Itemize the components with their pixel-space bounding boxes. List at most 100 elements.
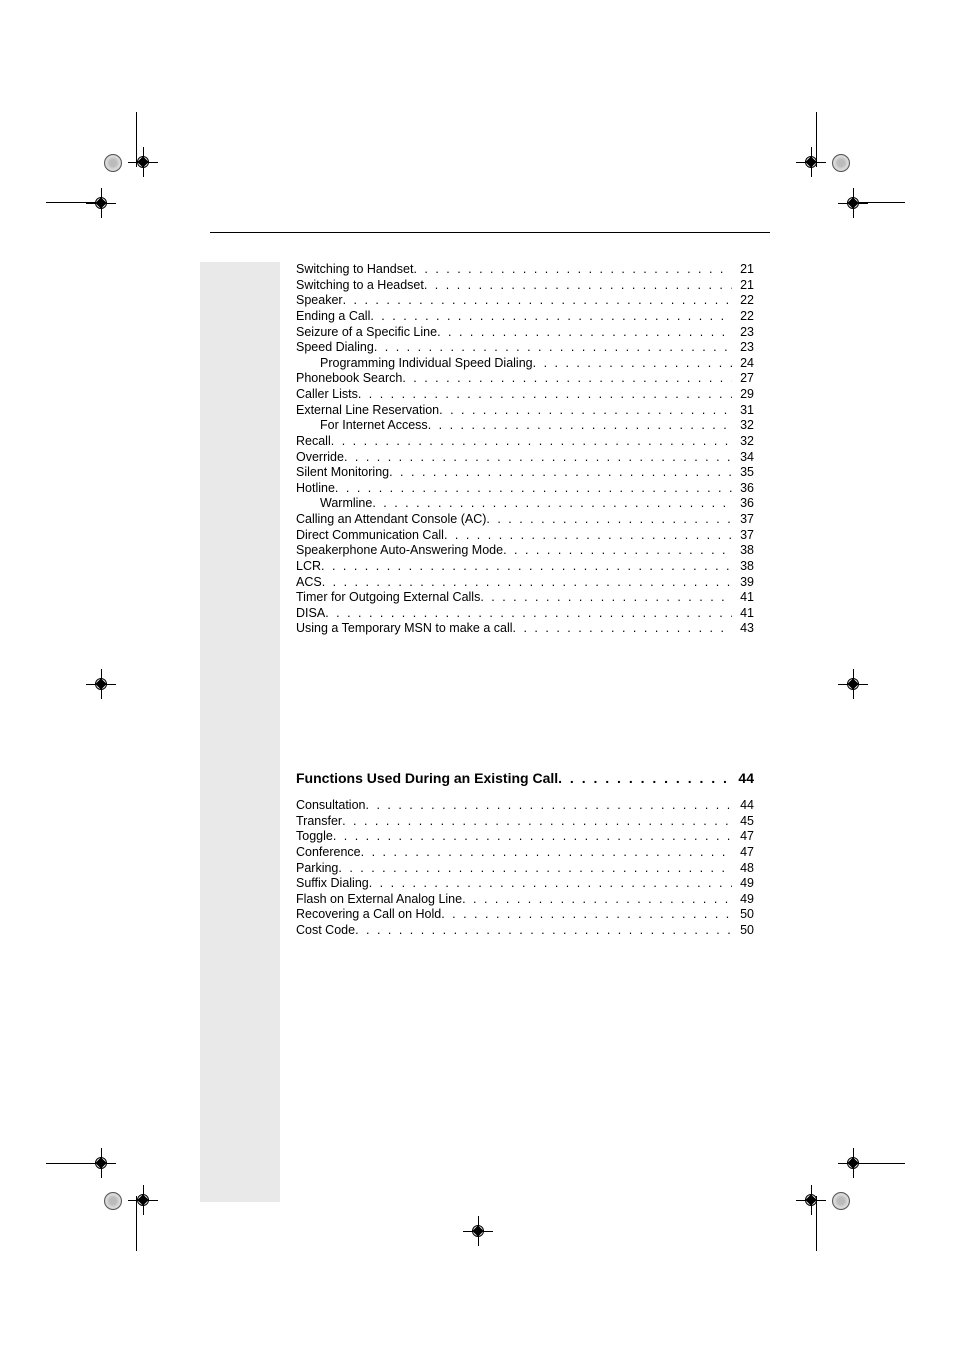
sidebar-margin — [200, 262, 280, 1202]
toc-row: Parking 48 — [296, 861, 754, 877]
toc-label: Switching to Handset — [296, 262, 413, 278]
toc-dots — [389, 465, 732, 481]
toc-row: DISA 41 — [296, 606, 754, 622]
toc-dots — [428, 418, 732, 434]
toc-page-number: 39 — [732, 575, 754, 591]
toc-row: Override 34 — [296, 450, 754, 466]
toc-dots — [374, 340, 732, 356]
toc-label: Transfer — [296, 814, 342, 830]
crop-line-v — [816, 1196, 817, 1251]
toc-row: Warmline 36 — [296, 496, 754, 512]
toc-page-number: 32 — [732, 418, 754, 434]
toc-dots — [342, 814, 732, 830]
toc-row: Calling an Attendant Console (AC) 37 — [296, 512, 754, 528]
toc-row: Recovering a Call on Hold 50 — [296, 907, 754, 923]
toc-heading-label: Functions Used During an Existing Call — [296, 770, 558, 788]
toc-row: Timer for Outgoing External Calls 41 — [296, 590, 754, 606]
toc-page-number: 49 — [732, 892, 754, 908]
toc-row: Recall 32 — [296, 434, 754, 450]
toc-dots — [413, 262, 732, 278]
toc-page-number: 43 — [732, 621, 754, 637]
toc-page-number: 37 — [732, 512, 754, 528]
toc-dots — [424, 278, 732, 294]
toc-label: Caller Lists — [296, 387, 358, 403]
toc-page-number: 38 — [732, 559, 754, 575]
toc-row: Speed Dialing 23 — [296, 340, 754, 356]
toc-page-number: 29 — [732, 387, 754, 403]
toc-dots — [321, 559, 732, 575]
toc-page-number: 50 — [732, 923, 754, 939]
toc-row: Suffix Dialing 49 — [296, 876, 754, 892]
toc-label: DISA — [296, 606, 325, 622]
toc-row: External Line Reservation 31 — [296, 403, 754, 419]
toc-row: Cost Code 50 — [296, 923, 754, 939]
toc-page-number: 47 — [732, 845, 754, 861]
toc-page-number: 41 — [732, 590, 754, 606]
toc-dots — [533, 356, 732, 372]
toc-label: Calling an Attendant Console (AC) — [296, 512, 486, 528]
toc-page-number: 45 — [732, 814, 754, 830]
toc-page-number: 22 — [732, 293, 754, 309]
crop-line-v — [136, 1196, 137, 1251]
toc-page-number: 37 — [732, 528, 754, 544]
toc-dots — [361, 845, 732, 861]
toc-page-number: 50 — [732, 907, 754, 923]
toc-page-number: 44 — [732, 770, 754, 788]
toc-page-number: 36 — [732, 481, 754, 497]
toc-page-number: 38 — [732, 543, 754, 559]
toc-dots — [513, 621, 732, 637]
toc-label: Direct Communication Call — [296, 528, 444, 544]
toc-label: Conference — [296, 845, 361, 861]
toc-label: Recovering a Call on Hold — [296, 907, 441, 923]
toc-page-number: 35 — [732, 465, 754, 481]
toc-label: Speed Dialing — [296, 340, 374, 356]
toc-row: Consultation 44 — [296, 798, 754, 814]
toc-page-number: 48 — [732, 861, 754, 877]
toc-label: ACS — [296, 575, 322, 591]
toc-section-2-title: Functions Used During an Existing Call 4… — [296, 770, 754, 788]
toc-label: Silent Monitoring — [296, 465, 389, 481]
toc-dots — [370, 309, 732, 325]
toc-label: Phonebook Search — [296, 371, 402, 387]
toc-row: Toggle 47 — [296, 829, 754, 845]
toc-row: Speaker 22 — [296, 293, 754, 309]
registration-ring — [104, 1192, 122, 1210]
toc-row: Conference 47 — [296, 845, 754, 861]
toc-row: Speakerphone Auto-Answering Mode 38 — [296, 543, 754, 559]
toc-dots — [344, 450, 732, 466]
toc-row: Phonebook Search 27 — [296, 371, 754, 387]
toc-section-1: Switching to Handset 21Switching to a He… — [296, 262, 754, 637]
toc-row: LCR 38 — [296, 559, 754, 575]
toc-page-number: 44 — [732, 798, 754, 814]
toc-page-number: 31 — [732, 403, 754, 419]
toc-label: Speaker — [296, 293, 343, 309]
toc-label: Speakerphone Auto-Answering Mode — [296, 543, 503, 559]
toc-label: Cost Code — [296, 923, 355, 939]
toc-dots — [343, 293, 732, 309]
toc-dots — [333, 829, 732, 845]
toc-page-number: 24 — [732, 356, 754, 372]
toc-row: Flash on External Analog Line 49 — [296, 892, 754, 908]
registration-ring — [832, 1192, 850, 1210]
toc-page-number: 22 — [732, 309, 754, 325]
toc-page-number: 21 — [732, 278, 754, 294]
toc-page-number: 23 — [732, 325, 754, 341]
registration-ring — [104, 154, 122, 172]
toc-dots — [441, 907, 732, 923]
toc-page-number: 34 — [732, 450, 754, 466]
toc-dots — [369, 876, 732, 892]
toc-label: Warmline — [320, 496, 372, 512]
toc-row: Using a Temporary MSN to make a call 43 — [296, 621, 754, 637]
toc-dots — [558, 770, 732, 788]
toc-page-number: 41 — [732, 606, 754, 622]
toc-dots — [338, 861, 732, 877]
toc-label: Programming Individual Speed Dialing — [320, 356, 533, 372]
toc-page-number: 23 — [732, 340, 754, 356]
registration-ring — [832, 154, 850, 172]
toc-row: ACS 39 — [296, 575, 754, 591]
toc-dots — [437, 325, 732, 341]
toc-dots — [486, 512, 732, 528]
page: Switching to Handset 21Switching to a He… — [0, 0, 954, 1351]
toc-section-2: Consultation 44Transfer 45Toggle 47Confe… — [296, 798, 754, 939]
toc-row: Hotline 36 — [296, 481, 754, 497]
